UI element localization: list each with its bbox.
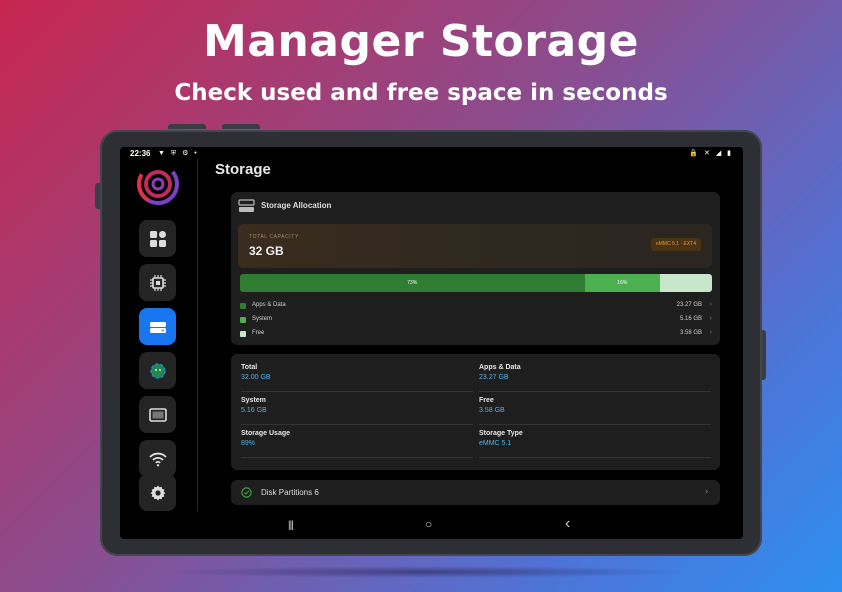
stat-storage-type: Storage Type eMMC 5.1 [479,430,711,447]
status-time: 22:36 [130,149,151,158]
legend-row-free[interactable]: Free 3.58 GB › [240,329,712,339]
storage-usage-bar: 73% 16% [240,274,712,292]
stat-label: Total [241,364,258,371]
status-notification-icons: ▼ ⛨ ⚙ • [158,150,199,157]
storage-allocation-title: Storage Allocation [261,201,332,210]
home-button[interactable]: ○ [425,517,432,531]
divider [479,457,711,458]
stat-label: Storage Type [479,430,523,437]
promo-headline: Manager Storage [202,16,640,67]
legend-row-apps[interactable]: Apps & Data 23.27 GB › [240,301,712,311]
legend-size: 23.27 GB [676,302,702,308]
stat-storage-usage: Storage Usage 89% [241,430,473,447]
device-button-right [762,330,766,380]
divider [241,457,473,458]
rail-item-settings[interactable] [139,474,176,511]
rail-divider [197,159,198,511]
stat-value: 23.27 GB [479,374,509,381]
recents-button[interactable]: ||| [288,520,294,531]
legend-size: 3.58 GB [679,330,702,336]
rail-item-cpu[interactable] [139,264,176,301]
navigation-rail [120,159,198,511]
storage-stats-card: Total 32.00 GB Apps & Data 23.27 GB Syst… [231,354,720,470]
rail-item-network[interactable] [139,440,176,477]
rail-item-dashboard[interactable] [139,220,176,257]
drive-icon [149,321,166,333]
usage-segment [660,274,712,292]
stat-value: 5.16 GB [241,407,267,414]
rail-item-display[interactable] [139,396,176,433]
rail-item-storage[interactable] [139,308,176,345]
legend-name: Free [252,330,265,336]
promo-subheadline: Check used and free space in seconds [174,80,668,106]
stat-label: Free [479,397,494,404]
chevron-right-icon: › [709,301,712,308]
stat-system: System 5.16 GB [241,397,473,414]
check-circle-icon [241,487,252,498]
stat-label: Storage Usage [241,430,291,437]
divider [479,424,711,425]
display-icon [148,407,167,422]
wifi-icon [148,452,167,466]
legend-swatch [240,303,246,309]
usage-segment: 16% [584,274,661,292]
stat-label: System [241,397,266,404]
storage-type-badge: eMMC 5.1 · EXT4 [650,238,701,251]
device-button-top-2 [222,124,260,129]
dashboard-icon [149,230,166,247]
legend-size: 5.16 GB [679,316,702,322]
tablet-screen: 22:36 ▼ ⛨ ⚙ • 🔒 ✕ ◢ ▮ Storage Storage Al… [120,147,743,539]
legend-name: Apps & Data [252,302,286,308]
android-icon [149,362,166,379]
legend-swatch [240,317,246,323]
total-capacity-box: TOTAL CAPACITY 32 GB eMMC 5.1 · EXT4 [238,224,712,268]
drive-icon [238,199,255,212]
divider [241,391,473,392]
stat-apps-data: Apps & Data 23.27 GB [479,364,711,381]
disk-partitions-row[interactable]: Disk Partitions 6 › [231,480,720,505]
legend-swatch [240,331,246,337]
stat-value: 89% [241,440,256,447]
legend-row-system[interactable]: System 5.16 GB › [240,315,712,325]
divider [241,424,473,425]
stat-label: Apps & Data [479,364,521,371]
legend-name: System [252,316,273,322]
disk-partitions-label: Disk Partitions 6 [261,488,319,497]
device-shadow [160,566,690,578]
storage-allocation-card: Storage Allocation TOTAL CAPACITY 32 GB … [231,192,720,345]
status-system-icons: 🔒 ✕ ◢ ▮ [689,150,733,157]
stat-value: eMMC 5.1 [479,440,512,447]
stat-total: Total 32.00 GB [241,364,473,381]
stat-value: 3.58 GB [479,407,505,414]
total-capacity-value: 32 GB [249,244,284,258]
chip-icon [149,274,166,291]
back-button[interactable]: ‹ [565,515,570,533]
chevron-right-icon: › [709,315,712,322]
total-capacity-label: TOTAL CAPACITY [249,234,299,240]
usage-segment: 73% [240,274,585,292]
device-button-top-1 [168,124,206,129]
stat-free: Free 3.58 GB [479,397,711,414]
chevron-right-icon: › [709,329,712,336]
rail-item-android[interactable] [139,352,176,389]
stat-value: 32.00 GB [241,374,271,381]
divider [479,391,711,392]
system-nav-bar: ||| ○ ‹ [120,515,743,537]
app-logo-icon [137,163,179,205]
gear-icon [150,485,165,500]
status-bar: 22:36 ▼ ⛨ ⚙ • 🔒 ✕ ◢ ▮ [120,147,743,161]
chevron-right-icon: › [705,486,708,496]
page-title: Storage [215,161,271,178]
